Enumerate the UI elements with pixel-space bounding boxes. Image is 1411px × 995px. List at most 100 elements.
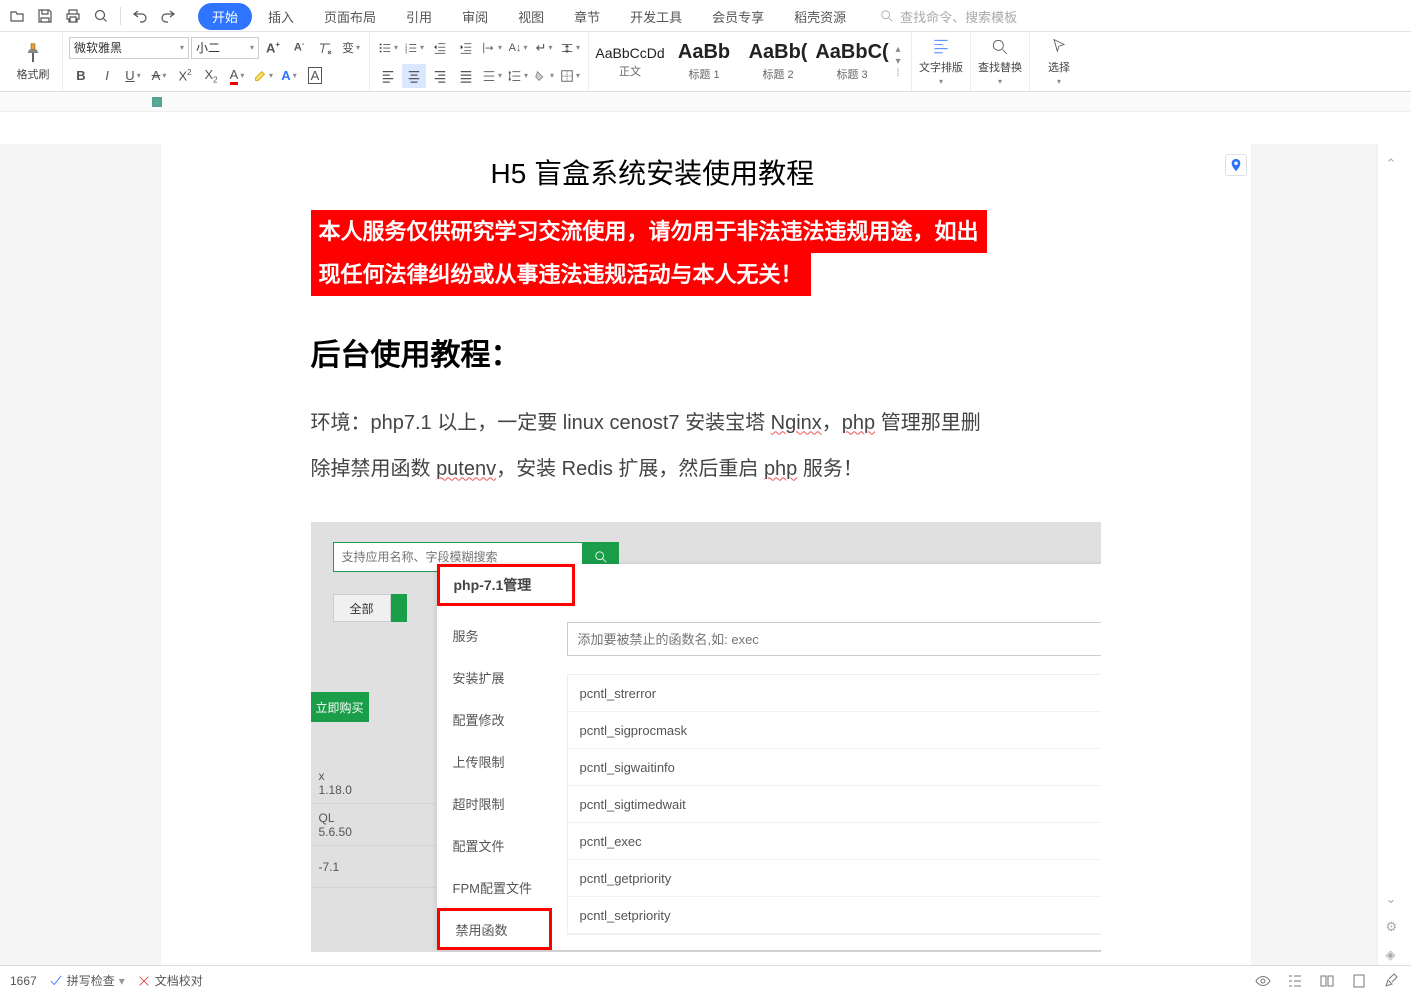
underline-icon[interactable]: U <box>121 64 145 88</box>
modal-side-item-0[interactable]: 服务 <box>437 614 552 656</box>
function-name: pcntl_sigtimedwait <box>580 797 686 812</box>
status-doc-proof[interactable]: 文档校对 <box>137 972 203 989</box>
strikethrough-icon[interactable]: A <box>147 64 171 88</box>
style-item-1[interactable]: AaBb标题 1 <box>668 36 740 88</box>
status-bar: 1667 拼写检查 ▾ 文档校对 <box>0 965 1411 995</box>
bold-icon[interactable]: B <box>69 64 93 88</box>
modal-side-item-6[interactable]: FPM配置文件 <box>437 866 552 908</box>
style-gallery-more[interactable]: ▴▾⁞ <box>889 44 907 80</box>
line-spacing-far-icon[interactable] <box>558 36 582 60</box>
style-item-0[interactable]: AaBbCcDd正文 <box>594 36 666 88</box>
modal-side-item-1[interactable]: 安装扩展 <box>437 656 552 698</box>
text-layout-button[interactable]: 文字排版▾ <box>916 34 966 89</box>
function-row: pcntl_exec删除 <box>568 823 1101 860</box>
tab-dev[interactable]: 开发工具 <box>616 3 696 30</box>
status-read-icon[interactable] <box>1317 971 1337 991</box>
qat-print-icon[interactable] <box>60 3 86 29</box>
number-list-icon[interactable]: 123 <box>402 36 426 60</box>
highlight-icon[interactable] <box>251 64 275 88</box>
modal-side-item-3[interactable]: 上传限制 <box>437 740 552 782</box>
style-item-2[interactable]: AaBb(标题 2 <box>742 36 814 88</box>
ruler-handle-icon[interactable] <box>150 95 164 109</box>
tab-view[interactable]: 视图 <box>504 3 558 30</box>
qat-redo-icon[interactable] <box>155 3 181 29</box>
borders-icon[interactable] <box>558 64 582 88</box>
qat-preview-icon[interactable] <box>88 3 114 29</box>
increase-font-icon[interactable]: A+ <box>261 36 285 60</box>
ribbon-search[interactable]: 查找命令、搜索模板 <box>880 7 1017 26</box>
function-name: pcntl_sigprocmask <box>580 723 688 738</box>
function-name: pcntl_strerror <box>580 686 657 701</box>
tab-start[interactable]: 开始 <box>198 3 252 30</box>
sort-icon[interactable]: A↓ <box>506 36 530 60</box>
function-name: pcntl_setpriority <box>580 908 671 923</box>
phonetic-guide-icon[interactable]: 变 <box>339 36 363 60</box>
decrease-indent-icon[interactable] <box>428 36 452 60</box>
status-spellcheck[interactable]: 拼写检查 ▾ <box>49 972 125 989</box>
function-row: pcntl_setpriority删除 <box>568 897 1101 934</box>
align-justify-icon[interactable] <box>454 64 478 88</box>
embed-tab-all[interactable]: 全部 <box>333 594 391 622</box>
location-marker-icon[interactable] <box>1225 154 1247 176</box>
character-border-icon[interactable]: A <box>303 64 327 88</box>
tab-reference[interactable]: 引用 <box>392 3 446 30</box>
qat-open-icon[interactable] <box>4 3 30 29</box>
text-effect-icon[interactable]: A <box>277 64 301 88</box>
clear-format-icon[interactable] <box>313 36 337 60</box>
line-break-icon[interactable]: ↵ <box>532 36 556 60</box>
italic-icon[interactable]: I <box>95 64 119 88</box>
decrease-font-icon[interactable]: A- <box>287 36 311 60</box>
bullet-list-icon[interactable] <box>376 36 400 60</box>
modal-side-item-5[interactable]: 配置文件 <box>437 824 552 866</box>
x-icon <box>137 974 151 988</box>
tab-member[interactable]: 会员专享 <box>698 3 778 30</box>
embed-tab-active[interactable] <box>391 594 407 622</box>
style-item-3[interactable]: AaBbC(标题 3 <box>816 36 888 88</box>
font-name-select[interactable]: 微软雅黑▾ <box>69 37 189 59</box>
line-spacing-icon[interactable] <box>506 64 530 88</box>
status-eye-icon[interactable] <box>1253 971 1273 991</box>
align-center-icon[interactable] <box>402 64 426 88</box>
status-page-icon[interactable] <box>1349 971 1369 991</box>
tab-resource[interactable]: 稻壳资源 <box>780 3 860 30</box>
modal-side-item-4[interactable]: 超时限制 <box>437 782 552 824</box>
tab-review[interactable]: 审阅 <box>448 3 502 30</box>
paragraph-2: 除掉禁用函数 putenv，安装 Redis 扩展，然后重启 php 服务！ <box>311 446 1101 492</box>
function-row: pcntl_strerror删除 <box>568 675 1101 712</box>
tab-layout[interactable]: 页面布局 <box>310 3 390 30</box>
rail-gear-icon[interactable]: ⚙ <box>1386 919 1404 937</box>
rail-diamond-icon[interactable]: ◈ <box>1386 947 1404 965</box>
search-icon <box>594 550 608 564</box>
align-right-icon[interactable] <box>428 64 452 88</box>
tab-insert[interactable]: 插入 <box>254 3 308 30</box>
superscript-icon[interactable]: X2 <box>173 64 197 88</box>
select-button[interactable]: 选择▾ <box>1034 34 1084 89</box>
format-painter-button[interactable]: 格式刷 <box>8 34 58 89</box>
font-size-select[interactable]: 小二▾ <box>191 37 259 59</box>
embed-buy-button[interactable]: 立即购买 <box>311 692 369 722</box>
find-replace-button[interactable]: 查找替换▾ <box>975 34 1025 89</box>
tab-section[interactable]: 章节 <box>560 3 614 30</box>
style-gallery: AaBbCcDd正文AaBb标题 1AaBb(标题 2AaBbC(标题 3 <box>593 34 889 90</box>
warning-block: 本人服务仅供研究学习交流使用，请勿用于非法违法违规用途，如出 现任何法律纠纷或从… <box>311 210 1101 296</box>
modal-side-item-7[interactable]: 禁用函数 <box>437 908 552 950</box>
font-color-icon[interactable]: A <box>225 64 249 88</box>
qat-undo-icon[interactable] <box>127 3 153 29</box>
rail-chevron-up-icon[interactable]: ⌃ <box>1386 156 1404 174</box>
qat-save-icon[interactable] <box>32 3 58 29</box>
status-outline-icon[interactable] <box>1285 971 1305 991</box>
distribute-icon[interactable] <box>480 64 504 88</box>
tab-settings-icon[interactable] <box>480 36 504 60</box>
function-row: pcntl_sigtimedwait删除 <box>568 786 1101 823</box>
rail-chevron-down-icon[interactable]: ⌄ <box>1386 891 1404 909</box>
modal-function-input[interactable] <box>567 622 1101 656</box>
function-name: pcntl_getpriority <box>580 871 672 886</box>
align-left-icon[interactable] <box>376 64 400 88</box>
subscript-icon[interactable]: X2 <box>199 64 223 88</box>
format-painter-label: 格式刷 <box>17 66 50 82</box>
function-name: pcntl_exec <box>580 834 642 849</box>
status-draft-icon[interactable] <box>1381 971 1401 991</box>
modal-side-item-2[interactable]: 配置修改 <box>437 698 552 740</box>
increase-indent-icon[interactable] <box>454 36 478 60</box>
shading-icon[interactable] <box>532 64 556 88</box>
